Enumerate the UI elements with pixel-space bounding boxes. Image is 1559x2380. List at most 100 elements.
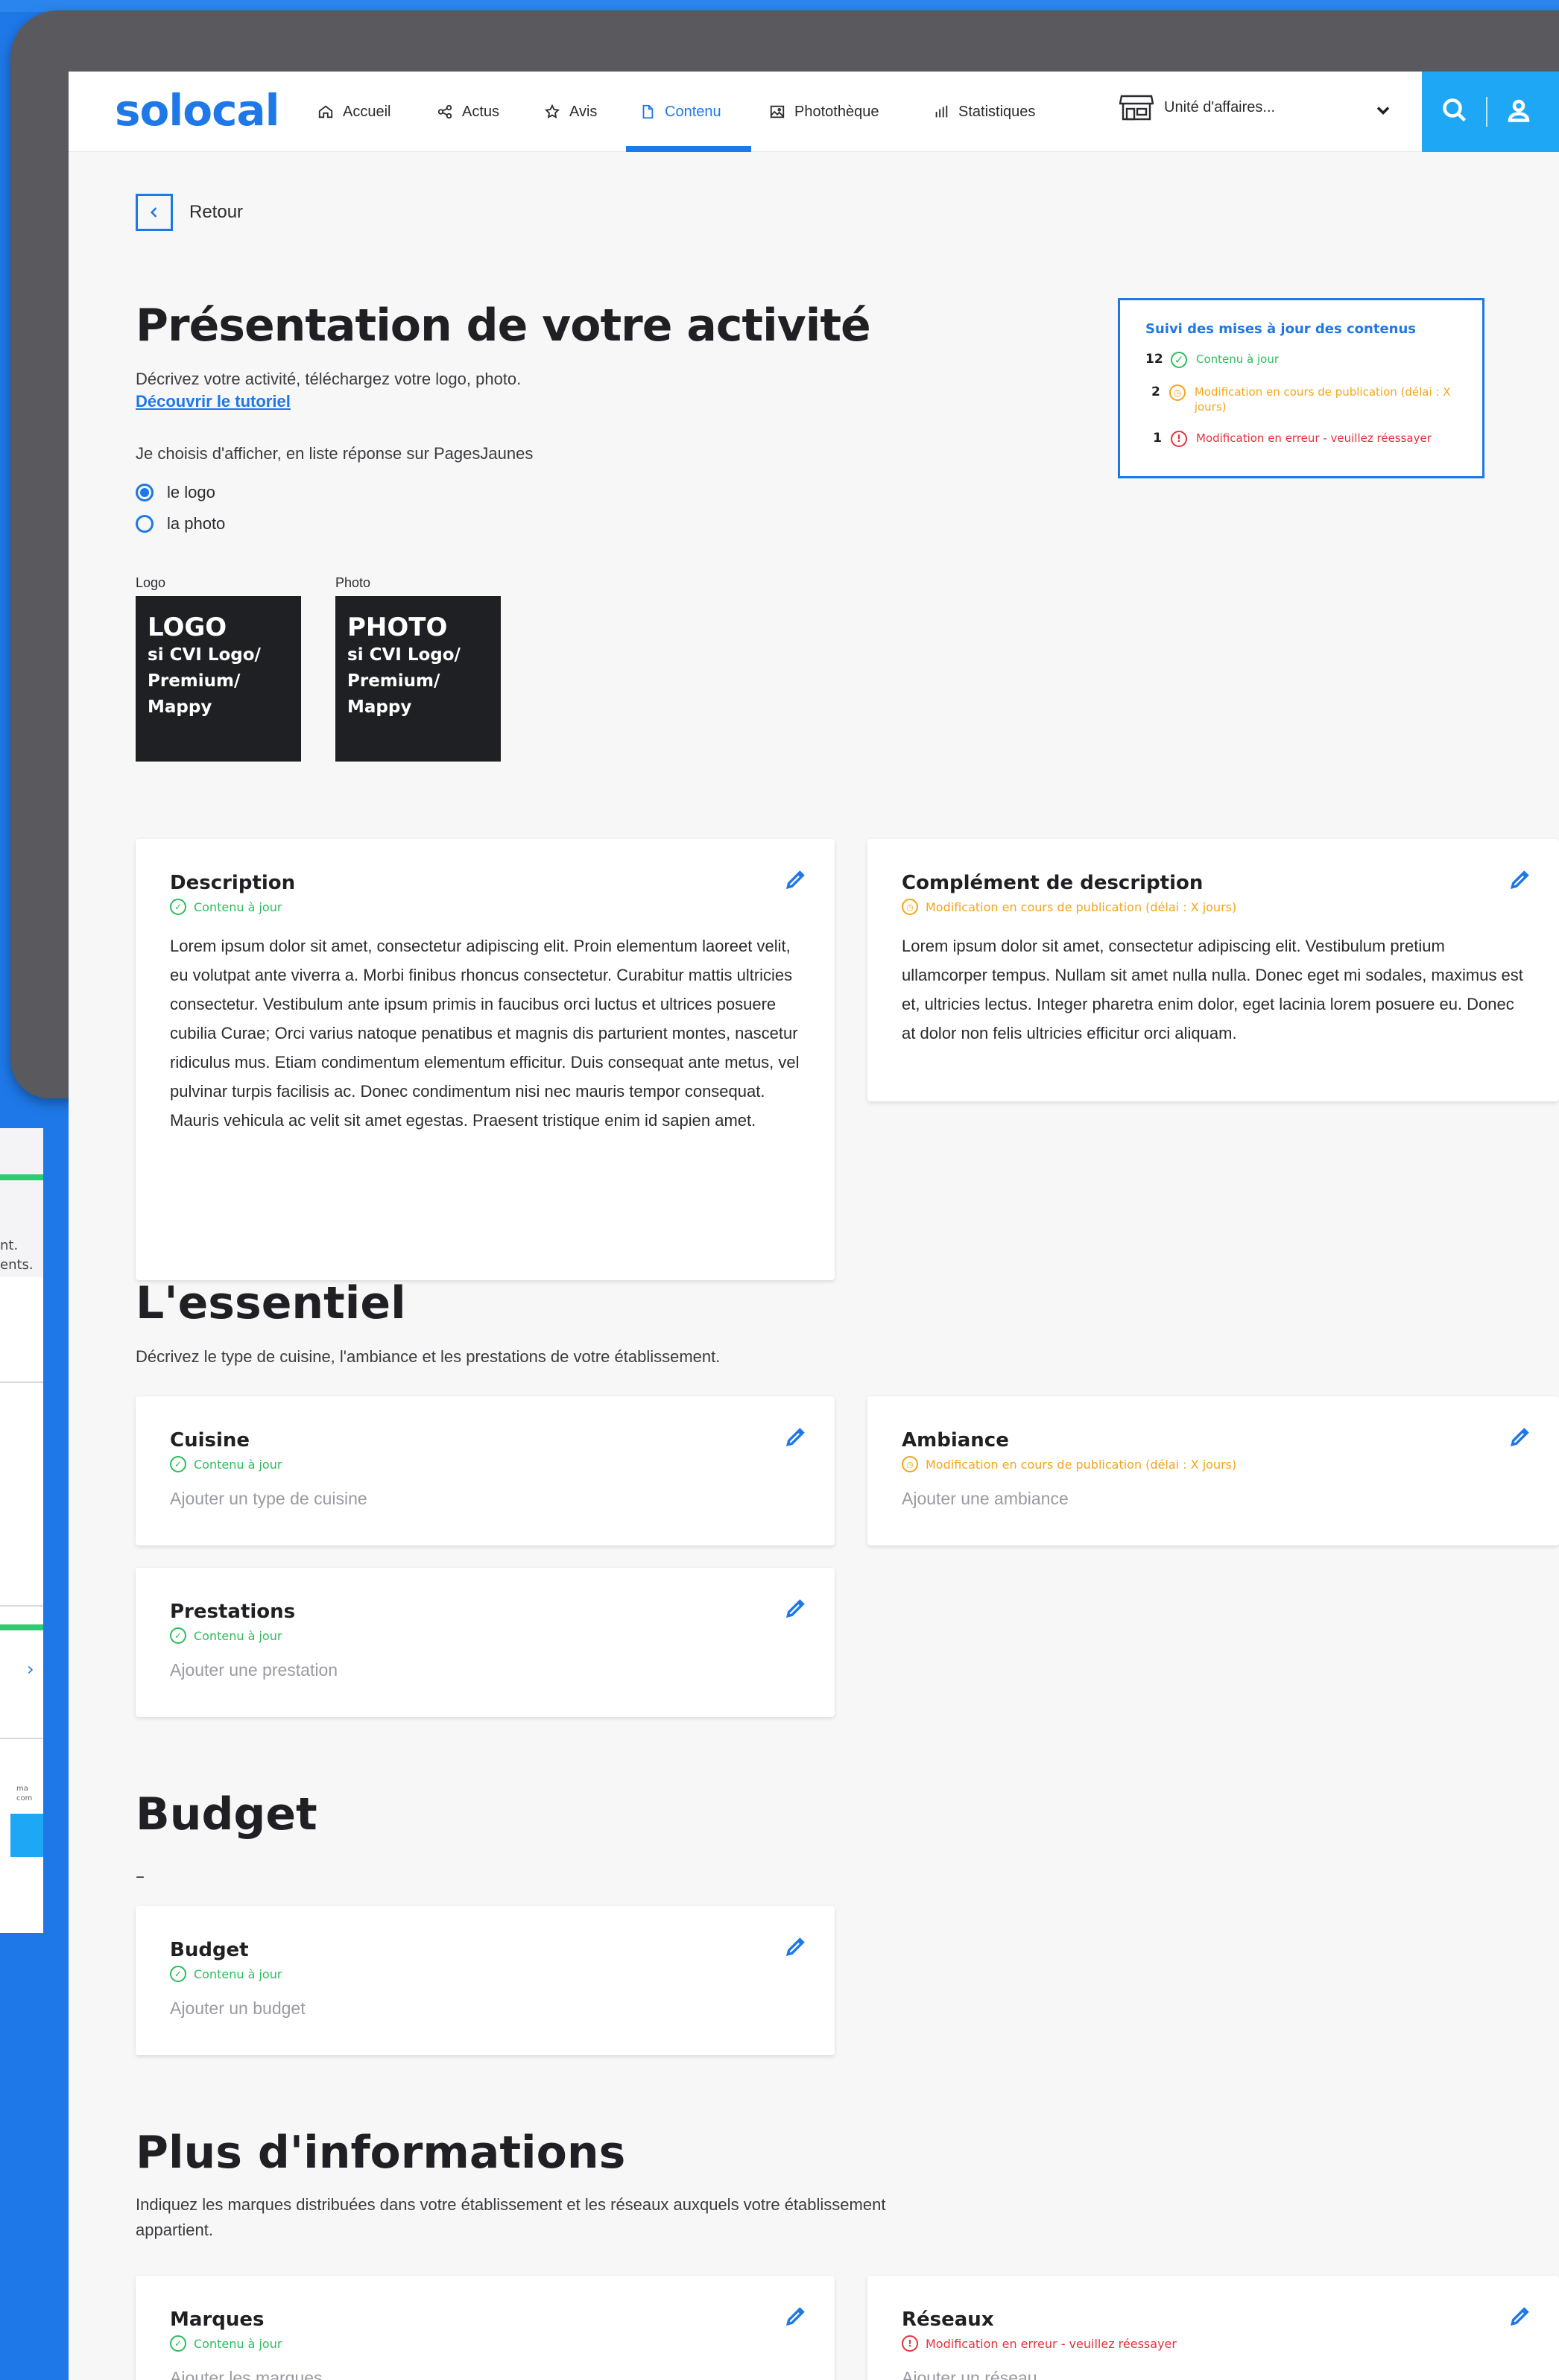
pencil-icon	[1510, 2307, 1529, 2326]
chevron-right-icon[interactable]: ›	[27, 1659, 34, 1680]
card-title: Prestations	[170, 1601, 296, 1623]
status-pending: ◷ Modification en cours de publication (…	[902, 1456, 1525, 1472]
divider	[0, 1738, 43, 1739]
background-window: nt. ents. › ma com	[0, 1128, 43, 1933]
business-unit-selector[interactable]: Unité d'affaires...	[1119, 94, 1275, 121]
card-title: Réseaux	[902, 2308, 994, 2331]
status-ok: ✓ Contenu à jour	[170, 1627, 800, 1644]
status-text: Modification en cours de publication (dé…	[926, 1457, 1237, 1472]
description-text: Lorem ipsum dolor sit amet, consectetur …	[170, 937, 800, 1130]
status-ok: ✓ Contenu à jour	[170, 899, 800, 915]
document-icon	[642, 104, 654, 119]
tracking-count: 1	[1153, 431, 1162, 446]
edit-button[interactable]	[784, 1425, 808, 1452]
ambiance-placeholder[interactable]: Ajouter une ambiance	[902, 1489, 1525, 1509]
active-tab-indicator	[626, 146, 751, 152]
nav-item-contenu[interactable]: Contenu	[639, 95, 721, 128]
nav-item-actus[interactable]: Actus	[437, 95, 499, 128]
cuisine-placeholder[interactable]: Ajouter un type de cuisine	[170, 1489, 800, 1509]
status-text: Contenu à jour	[194, 1457, 282, 1472]
status-text: Modification en cours de publication (dé…	[926, 899, 1237, 914]
search-button[interactable]	[1441, 97, 1468, 127]
budget-placeholder[interactable]: Ajouter un budget	[170, 1998, 800, 2019]
tutorial-link[interactable]: Découvrir le tutoriel	[136, 392, 291, 411]
nav-item-phototheque[interactable]: Photothèque	[769, 95, 879, 128]
nav-label: Contenu	[665, 103, 721, 120]
pencil-icon	[785, 1428, 805, 1447]
section-subtitle-essentiel: Décrivez le type de cuisine, l'ambiance …	[136, 1347, 721, 1366]
section-title-plus: Plus d'informations	[136, 2127, 626, 2179]
logo-placeholder-title: LOGO	[148, 613, 227, 642]
edit-button[interactable]	[1508, 2304, 1532, 2331]
edit-button[interactable]	[784, 1934, 808, 1961]
radio-button-selected[interactable]	[136, 484, 154, 501]
tracking-row-ok: 12 ✓ Contenu à jour	[1145, 352, 1457, 368]
background-progress-line	[0, 1174, 43, 1180]
reseaux-placeholder[interactable]: Ajouter un réseau	[902, 2368, 1525, 2380]
status-ok: ✓ Contenu à jour	[170, 1456, 800, 1472]
marques-placeholder[interactable]: Ajouter les marques	[170, 2368, 800, 2380]
reseaux-card: Réseaux ! Modification en erreur - veuil…	[867, 2276, 1559, 2380]
description-card: Description ✓ Contenu à jour Lorem ipsum…	[136, 839, 835, 1280]
card-title: Description	[170, 872, 296, 894]
tracking-row-pending: 2 ◷ Modification en cours de publication…	[1145, 384, 1457, 414]
photo-label: Photo	[335, 575, 371, 590]
section-subtitle-plus: Indiquez les marques distribuées dans vo…	[136, 2195, 886, 2239]
background-small-text: ma com	[16, 1785, 33, 1803]
user-icon	[1508, 99, 1530, 122]
nav-label: Accueil	[343, 103, 391, 120]
background-progress-line	[0, 1624, 43, 1630]
edit-button[interactable]	[784, 867, 808, 894]
nav-item-avis[interactable]: Avis	[544, 95, 597, 128]
nav-item-accueil[interactable]: Accueil	[317, 95, 390, 128]
back-label: Retour	[189, 202, 244, 222]
status-text: Contenu à jour	[194, 1966, 282, 1981]
nav-label: Avis	[569, 103, 598, 120]
share-icon	[437, 104, 452, 119]
edit-button[interactable]	[1508, 1425, 1532, 1452]
edit-button[interactable]	[784, 2304, 808, 2331]
logo-upload[interactable]: LOGO si CVI Logo/ Premium/ Mappy	[136, 596, 301, 762]
clock-icon: ◷	[902, 1456, 918, 1472]
back-button[interactable]: Retour	[136, 194, 243, 231]
edit-button[interactable]	[784, 1596, 808, 1623]
status-ok: ✓ Contenu à jour	[170, 1966, 800, 1982]
card-title: Cuisine	[170, 1429, 250, 1452]
solocal-logo[interactable]: solocal	[115, 85, 279, 136]
chevron-down-icon[interactable]	[1373, 100, 1394, 124]
radio-photo[interactable]: la photo	[136, 514, 225, 534]
tracking-text: Modification en erreur - veuillez réessa…	[1196, 431, 1432, 445]
prestations-card: Prestations ✓ Contenu à jour Ajouter une…	[136, 1568, 835, 1717]
background-text: nt. ents.	[0, 1238, 34, 1273]
status-text: Contenu à jour	[194, 899, 282, 914]
user-button[interactable]	[10, 1814, 43, 1857]
divider	[0, 1605, 43, 1607]
prestations-placeholder[interactable]: Ajouter une prestation	[170, 1660, 800, 1680]
clock-icon: ◷	[902, 899, 918, 915]
tracking-count: 12	[1145, 352, 1163, 367]
radio-button[interactable]	[136, 515, 154, 533]
edit-button[interactable]	[1508, 867, 1532, 894]
check-circle-icon: ✓	[1171, 352, 1187, 368]
status-ok: ✓ Contenu à jour	[170, 2335, 800, 2352]
alert-circle-icon: !	[902, 2335, 918, 2352]
display-choice-label: Je choisis d'afficher, en liste réponse …	[136, 444, 534, 463]
ambiance-card: Ambiance ◷ Modification en cours de publ…	[867, 1396, 1559, 1545]
user-button[interactable]	[1505, 97, 1532, 127]
page-subtitle: Décrivez votre activité, téléchargez vot…	[136, 370, 522, 388]
radio-logo[interactable]: le logo	[136, 483, 215, 502]
chevron-left-icon	[136, 194, 173, 231]
nav-item-statistiques[interactable]: Statistiques	[933, 95, 1035, 128]
tracking-row-error: 1 ! Modification en erreur - veuillez ré…	[1145, 431, 1457, 447]
status-text: Contenu à jour	[194, 1628, 282, 1643]
app-screen: solocal Accueil Actus Avis Contenu Photo…	[69, 72, 1559, 2380]
check-circle-icon: ✓	[170, 899, 186, 915]
pencil-icon	[785, 1599, 805, 1618]
cuisine-card: Cuisine ✓ Contenu à jour Ajouter un type…	[136, 1396, 835, 1545]
top-nav: solocal Accueil Actus Avis Contenu Photo…	[69, 72, 1559, 152]
photo-upload[interactable]: PHOTO si CVI Logo/ Premium/ Mappy	[335, 596, 501, 762]
check-circle-icon: ✓	[170, 1627, 186, 1644]
complement-text: Lorem ipsum dolor sit amet, consectetur …	[902, 937, 1523, 1042]
photo-placeholder-text: si CVI Logo/ Premium/ Mappy	[347, 645, 461, 717]
card-title: Complément de description	[902, 872, 1204, 894]
